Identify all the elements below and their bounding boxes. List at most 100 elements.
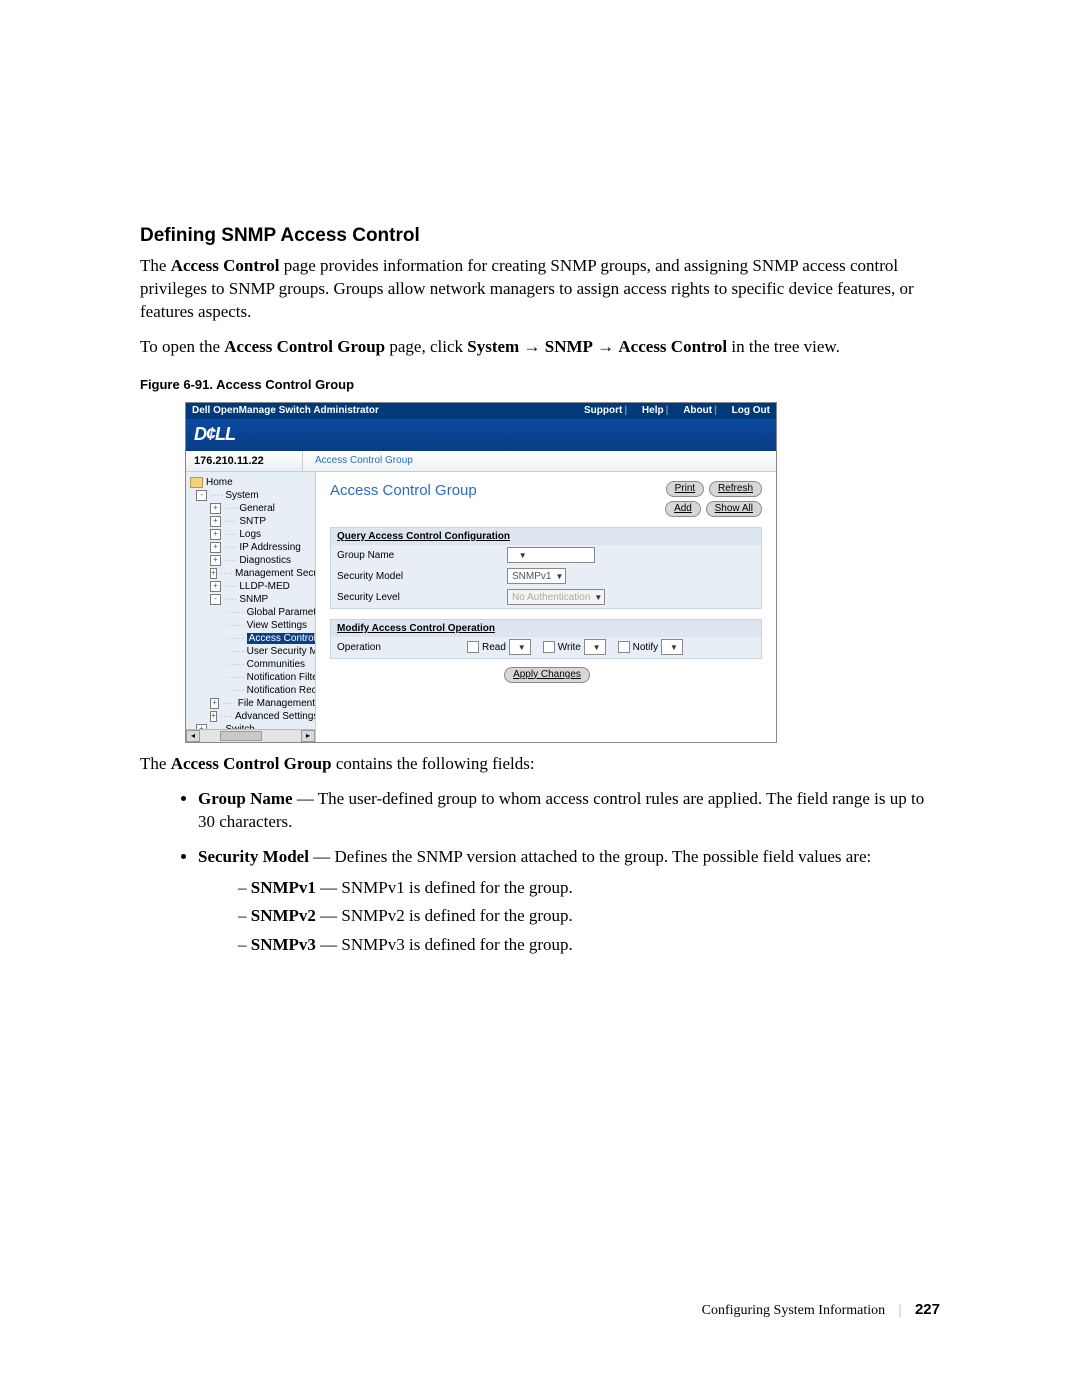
section-heading: Defining SNMP Access Control	[140, 225, 940, 247]
notify-checkbox[interactable]	[618, 641, 630, 653]
tree-notification-filter[interactable]: Notification Filter	[247, 672, 316, 683]
tree-ip-addressing[interactable]: IP Addressing	[239, 542, 301, 553]
scroll-right-icon[interactable]: ▸	[301, 730, 315, 742]
tree-communities[interactable]: Communities	[247, 659, 305, 670]
text-bold: SNMPv3	[251, 935, 316, 954]
nav-tree[interactable]: Home -····System +····General +····SNTP …	[186, 472, 316, 742]
chevron-down-icon: ▼	[593, 643, 601, 652]
read-checkbox[interactable]	[467, 641, 479, 653]
screenshot-figure: Dell OpenManage Switch Administrator Sup…	[185, 402, 777, 743]
content-area: Access Control Group Print Refresh Add S…	[316, 472, 776, 742]
text-bold: Access Control	[618, 337, 727, 356]
expand-icon[interactable]: +	[210, 516, 221, 527]
chevron-down-icon: ▼	[518, 643, 526, 652]
tree-mgmt-security[interactable]: Management Security	[235, 568, 316, 579]
text: — SNMPv2 is defined for the group.	[316, 906, 573, 925]
text: To open the	[140, 337, 224, 356]
text-bold: SNMPv2	[251, 906, 316, 925]
expand-icon[interactable]: +	[210, 581, 221, 592]
notify-select[interactable]: ▼	[661, 639, 683, 655]
tree-file-management[interactable]: File Management	[238, 698, 315, 709]
dell-logo: D¢LL	[194, 424, 235, 445]
group-name-select[interactable]: ▼	[507, 547, 595, 563]
text-bold: Access Control	[171, 256, 280, 275]
tree-general[interactable]: General	[239, 503, 275, 514]
list-item: SNMPv1 — SNMPv1 is defined for the group…	[238, 877, 940, 900]
text: — SNMPv1 is defined for the group.	[316, 878, 573, 897]
text: contains the following fields:	[332, 754, 535, 773]
tree-diagnostics[interactable]: Diagnostics	[239, 555, 291, 566]
tree-global-params[interactable]: Global Parameters	[247, 607, 316, 618]
refresh-button[interactable]: Refresh	[709, 481, 762, 497]
tree-snmp[interactable]: SNMP	[239, 594, 268, 605]
paragraph: The Access Control page provides informa…	[140, 255, 940, 324]
about-link[interactable]: About	[683, 405, 712, 416]
list-item: SNMPv3 — SNMPv3 is defined for the group…	[238, 934, 940, 957]
horizontal-scrollbar[interactable]: ◂ ▸	[186, 729, 315, 742]
page-footer: Configuring System Information | 227	[702, 1301, 940, 1319]
list-item: Security Model — Defines the SNMP versio…	[198, 846, 940, 958]
app-titlebar: Dell OpenManage Switch Administrator Sup…	[186, 403, 776, 419]
text: — Defines the SNMP version attached to t…	[309, 847, 871, 866]
expand-icon[interactable]: +	[210, 711, 217, 722]
footer-separator: |	[899, 1303, 902, 1318]
tree-home[interactable]: Home	[206, 477, 233, 488]
read-select[interactable]: ▼	[509, 639, 531, 655]
tree-system[interactable]: System	[225, 490, 258, 501]
chevron-down-icon: ▼	[670, 643, 678, 652]
read-label: Read	[482, 642, 506, 653]
write-select[interactable]: ▼	[584, 639, 606, 655]
text-bold: SNMPv1	[251, 878, 316, 897]
show-all-button[interactable]: Show All	[706, 501, 762, 517]
bullet-list: Group Name — The user-defined group to w…	[140, 788, 940, 958]
modify-panel-header: Modify Access Control Operation	[331, 620, 761, 637]
support-link[interactable]: Support	[584, 405, 622, 416]
collapse-icon[interactable]: -	[196, 490, 207, 501]
scroll-thumb[interactable]	[220, 731, 262, 741]
text: →	[593, 337, 619, 356]
tree-sntp[interactable]: SNTP	[239, 516, 266, 527]
query-panel-header: Query Access Control Configuration	[331, 528, 761, 545]
logo-band: D¢LL	[186, 419, 776, 451]
footer-section: Configuring System Information	[702, 1303, 886, 1318]
chevron-down-icon: ▼	[594, 593, 602, 602]
expand-icon[interactable]: +	[210, 542, 221, 553]
expand-icon[interactable]: +	[210, 568, 217, 579]
help-link[interactable]: Help	[642, 405, 664, 416]
print-button[interactable]: Print	[666, 481, 705, 497]
collapse-icon[interactable]: -	[210, 594, 221, 605]
apply-changes-button[interactable]: Apply Changes	[504, 667, 590, 683]
tree-notification-recipient[interactable]: Notification Recipien	[247, 685, 316, 696]
text-bold: Security Model	[198, 847, 309, 866]
security-model-select[interactable]: SNMPv1▼	[507, 568, 566, 584]
device-ip: 176.210.11.22	[186, 451, 303, 471]
text-bold: Group Name	[198, 789, 293, 808]
tree-access-control[interactable]: Access Control	[247, 633, 316, 644]
query-panel: Query Access Control Configuration Group…	[330, 527, 762, 609]
text: in the tree view.	[727, 337, 840, 356]
tree-lldp-med[interactable]: LLDP-MED	[239, 581, 290, 592]
write-checkbox[interactable]	[543, 641, 555, 653]
expand-icon[interactable]: +	[210, 698, 219, 709]
expand-icon[interactable]: +	[210, 555, 221, 566]
figure-caption: Figure 6-91. Access Control Group	[140, 377, 940, 392]
group-name-label: Group Name	[337, 550, 507, 561]
header-links: Support| Help| About| Log Out	[574, 405, 770, 416]
tree-logs[interactable]: Logs	[239, 529, 261, 540]
page-number: 227	[915, 1301, 940, 1318]
paragraph: To open the Access Control Group page, c…	[140, 336, 940, 359]
tree-view-settings[interactable]: View Settings	[247, 620, 307, 631]
expand-icon[interactable]: +	[210, 529, 221, 540]
logout-link[interactable]: Log Out	[732, 405, 770, 416]
security-level-select[interactable]: No Authentication ▼	[507, 589, 605, 605]
tree-advanced-settings[interactable]: Advanced Settings	[235, 711, 316, 722]
add-button[interactable]: Add	[665, 501, 701, 517]
select-value: No Authentication	[512, 592, 590, 603]
scroll-left-icon[interactable]: ◂	[186, 730, 200, 742]
sub-bullet-list: SNMPv1 — SNMPv1 is defined for the group…	[198, 877, 940, 958]
notify-label: Notify	[633, 642, 659, 653]
expand-icon[interactable]: +	[210, 503, 221, 514]
ip-breadcrumb-row: 176.210.11.22 Access Control Group	[186, 451, 776, 472]
security-model-label: Security Model	[337, 571, 507, 582]
tree-user-security-model[interactable]: User Security Model	[247, 646, 316, 657]
